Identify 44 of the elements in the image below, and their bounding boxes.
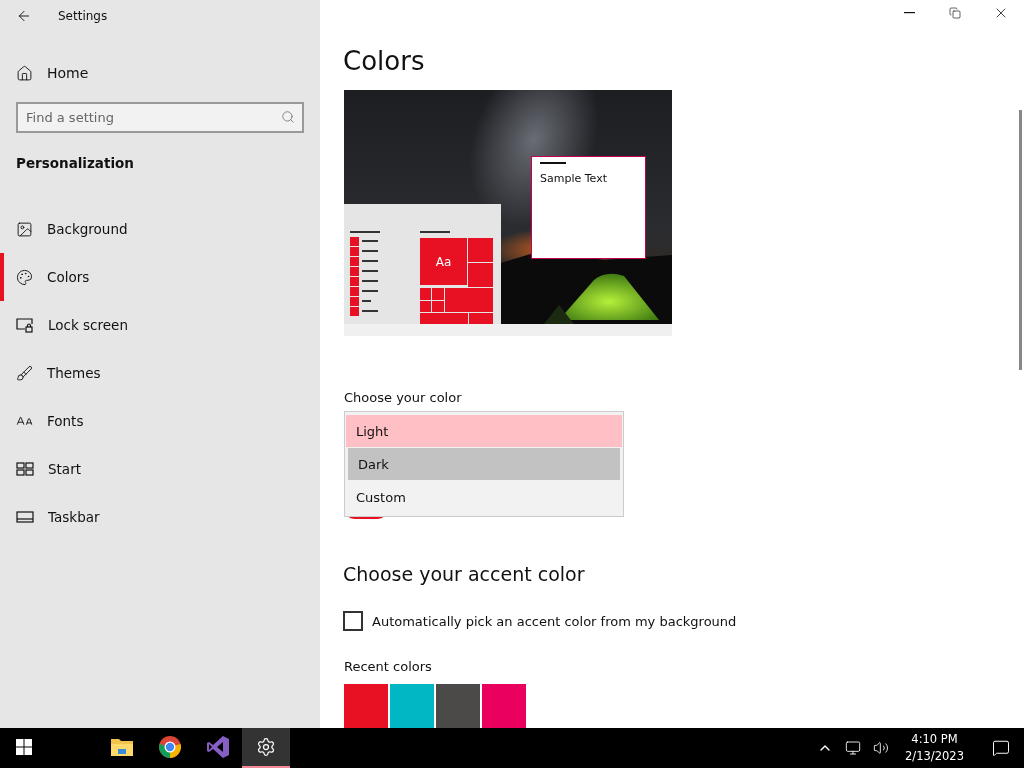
taskbar-icon [16, 511, 34, 523]
folder-icon [110, 737, 134, 757]
color-swatch[interactable] [482, 684, 526, 728]
sample-tile: Aa [420, 238, 467, 285]
restore-icon [949, 7, 961, 19]
clock[interactable]: 4:10 PM 2/13/2023 [899, 731, 970, 765]
checkbox[interactable] [343, 611, 363, 631]
minimize-icon [903, 12, 915, 14]
taskbar-app[interactable] [242, 728, 290, 768]
tiles-icon [16, 462, 34, 476]
sidebar-item[interactable]: Lock screen [0, 301, 320, 349]
section-heading: Choose your accent color [343, 563, 586, 585]
field-label: Recent colors [344, 659, 433, 674]
color-swatch[interactable] [436, 684, 480, 728]
sidebar-item[interactable]: Background [0, 205, 320, 253]
back-button[interactable] [16, 8, 32, 24]
chrome-icon [158, 735, 182, 759]
windows-icon [16, 739, 32, 755]
brush-icon [16, 364, 33, 382]
sample-text: Sample Text [540, 172, 608, 185]
image-icon [16, 220, 33, 238]
lock-screen-icon [16, 317, 34, 333]
palette-icon [16, 268, 33, 286]
studio-icon [206, 735, 230, 759]
color-swatch[interactable] [390, 684, 434, 728]
search-field[interactable]: Find a setting [16, 102, 304, 133]
scrollbar[interactable] [1019, 110, 1022, 370]
checkbox-label: Automatically pick an accent color from my background [372, 613, 737, 629]
settings-icon [256, 737, 276, 757]
sidebar-item[interactable]: Taskbar [0, 493, 320, 541]
home-link[interactable]: Home [0, 56, 320, 90]
color-swatch[interactable] [344, 684, 388, 728]
search-icon [281, 110, 295, 124]
sidebar-item[interactable]: Themes [0, 349, 320, 397]
dropdown-option[interactable]: Custom [346, 481, 622, 513]
dropdown-option[interactable]: Dark [348, 448, 620, 480]
page-title: Colors [343, 46, 426, 76]
dropdown-option[interactable]: Light [346, 415, 622, 447]
section-heading: Personalization [16, 155, 135, 171]
home-icon [16, 64, 33, 82]
sidebar-item[interactable]: Fonts [0, 397, 320, 445]
window-title: Settings [58, 9, 108, 23]
field-label: Choose your color [344, 390, 463, 405]
sidebar-item[interactable]: Start [0, 445, 320, 493]
